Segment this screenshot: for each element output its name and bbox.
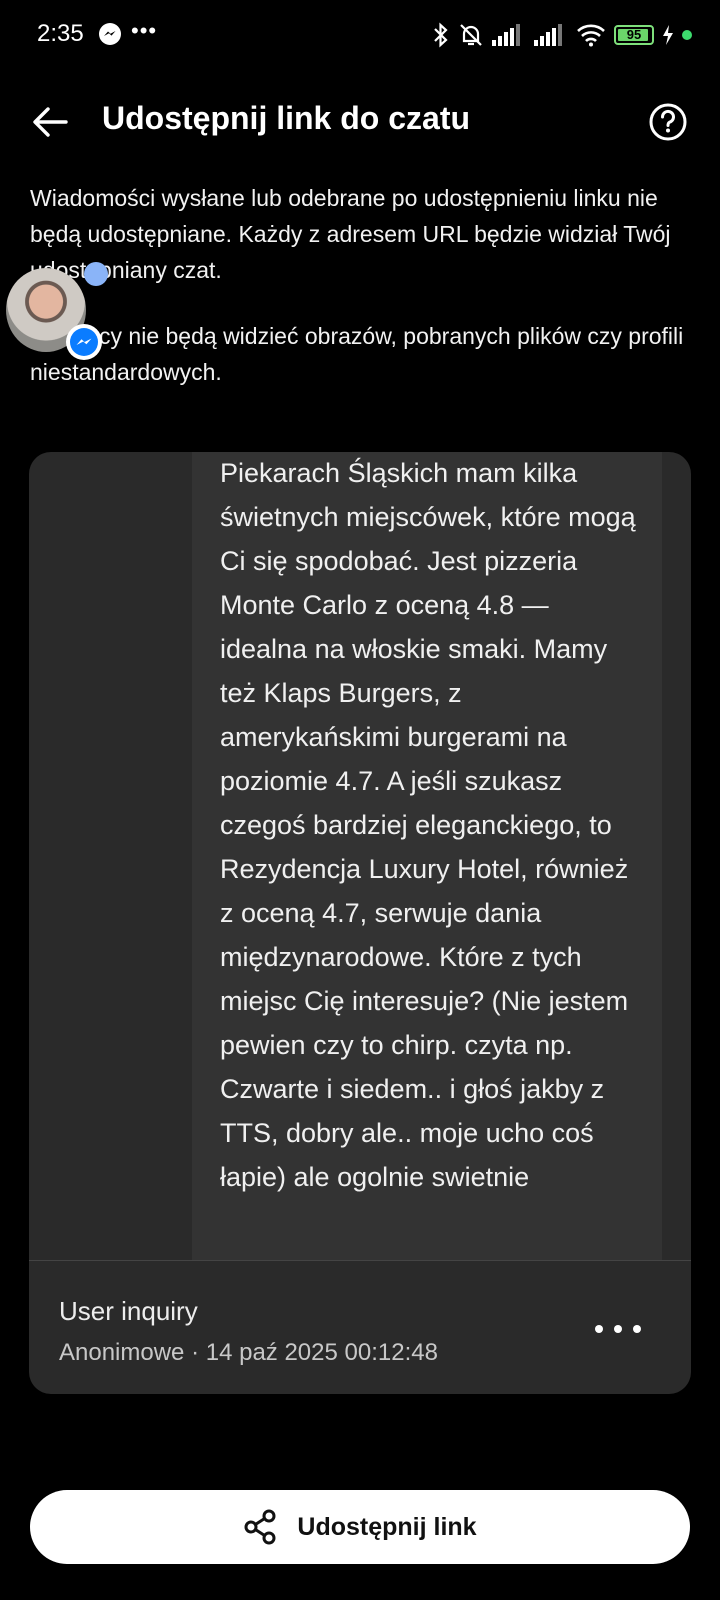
arrow-left-icon [33, 107, 68, 137]
page-title: Udostępnij link do czatu [102, 100, 471, 136]
wifi-icon [577, 24, 605, 47]
question-circle-icon [649, 103, 687, 141]
more-horizontal-icon [595, 1325, 603, 1333]
messenger-chat-head[interactable] [6, 262, 108, 360]
share-link-button[interactable]: Udostępnij link [30, 1490, 690, 1564]
signal-icon-1 [492, 24, 520, 46]
messenger-notification-icon [98, 22, 122, 46]
chat-info: User inquiry Anonimowe · 14 paź 2025 00:… [29, 1261, 691, 1394]
charging-dot [682, 30, 692, 40]
status-icons: 95 [432, 20, 692, 50]
description-paragraph-2: Odbiorcy nie będą widzieć obrazów, pobra… [30, 323, 684, 385]
status-bar: 2:35 ••• 95 [0, 0, 720, 70]
more-options-button[interactable] [595, 1315, 641, 1343]
share-link-label: Udostępnij link [297, 1512, 477, 1541]
back-button[interactable] [30, 102, 70, 142]
messenger-icon [70, 328, 98, 356]
description: Wiadomości wysłane lub odebrane po udost… [30, 180, 690, 420]
description-paragraph-1: Wiadomości wysłane lub odebrane po udost… [30, 185, 671, 283]
help-button[interactable] [648, 102, 688, 142]
share-icon [244, 1509, 276, 1545]
more-dot [614, 1325, 622, 1333]
header: Udostępnij link do czatu [0, 82, 720, 162]
chat-meta: Anonimowe · 14 paź 2025 00:12:48 [59, 1339, 438, 1366]
message-bubble: Piekarach Śląskich mam kilka świetnych m… [192, 452, 662, 1260]
chat-title: User inquiry [59, 1296, 198, 1326]
signal-icon-2 [534, 24, 562, 46]
battery-icon: 95 [614, 25, 654, 45]
messenger-badge [66, 324, 102, 360]
unread-dot [84, 262, 108, 286]
status-time: 2:35 [37, 20, 84, 47]
battery-level: 95 [626, 27, 642, 42]
mute-bell-icon [460, 24, 482, 46]
more-notifications-icon: ••• [131, 18, 158, 43]
chat-preview-card: Piekarach Śląskich mam kilka świetnych m… [29, 452, 691, 1394]
more-dot [633, 1325, 641, 1333]
bluetooth-icon [434, 22, 448, 48]
message-text: Piekarach Śląskich mam kilka świetnych m… [220, 458, 636, 1192]
charging-icon [663, 25, 673, 45]
